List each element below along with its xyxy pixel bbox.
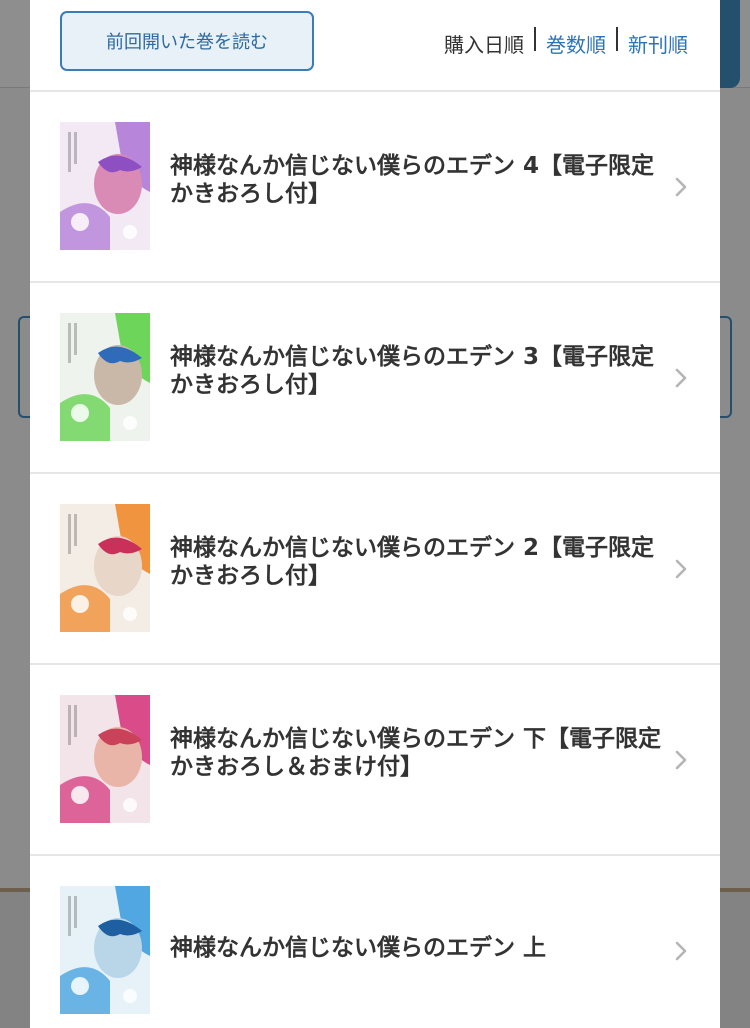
cover-image [60, 695, 150, 823]
volume-list: 神様なんか信じない僕らのエデン 4【電子限定かきおろし付】 神様なんか信じない僕… [30, 92, 720, 1028]
cover-image [60, 886, 150, 1014]
sort-divider [616, 27, 618, 51]
cover-image [60, 504, 150, 632]
sort-divider [534, 27, 536, 51]
volume-row[interactable]: 神様なんか信じない僕らのエデン 2【電子限定かきおろし付】 [30, 474, 720, 665]
volume-row[interactable]: 神様なんか信じない僕らのエデン 3【電子限定かきおろし付】 [30, 283, 720, 474]
volume-title: 神様なんか信じない僕らのエデン 4【電子限定かきおろし付】 [170, 153, 655, 207]
sort-options: 購入日順 巻数順 新刊順 [442, 27, 690, 58]
sort-new-release[interactable]: 新刊順 [626, 29, 690, 58]
cover-image [60, 122, 150, 250]
chevron-right-icon [675, 941, 687, 961]
sort-volume-order[interactable]: 巻数順 [544, 29, 608, 58]
chevron-right-icon [675, 177, 687, 197]
volume-title: 神様なんか信じない僕らのエデン 2【電子限定かきおろし付】 [170, 535, 655, 589]
chevron-right-icon [675, 368, 687, 388]
volume-row[interactable]: 神様なんか信じない僕らのエデン 上 [30, 856, 720, 1028]
resume-reading-button[interactable]: 前回開いた巻を読む [60, 11, 314, 71]
volume-row[interactable]: 神様なんか信じない僕らのエデン 下【電子限定かきおろし＆おまけ付】 [30, 665, 720, 856]
sheet-header: 前回開いた巻を読む 購入日順 巻数順 新刊順 [30, 0, 720, 92]
volume-title: 神様なんか信じない僕らのエデン 上 [170, 935, 547, 961]
chevron-right-icon [675, 559, 687, 579]
cover-image [60, 313, 150, 441]
volume-title: 神様なんか信じない僕らのエデン 下【電子限定かきおろし＆おまけ付】 [170, 726, 662, 780]
chevron-right-icon [675, 750, 687, 770]
volume-list-sheet: 前回開いた巻を読む 購入日順 巻数順 新刊順 神様なんか信じない僕らのエデン 4… [30, 0, 720, 1028]
sort-purchase-date[interactable]: 購入日順 [442, 29, 526, 58]
volume-title: 神様なんか信じない僕らのエデン 3【電子限定かきおろし付】 [170, 344, 655, 398]
volume-row[interactable]: 神様なんか信じない僕らのエデン 4【電子限定かきおろし付】 [30, 92, 720, 283]
